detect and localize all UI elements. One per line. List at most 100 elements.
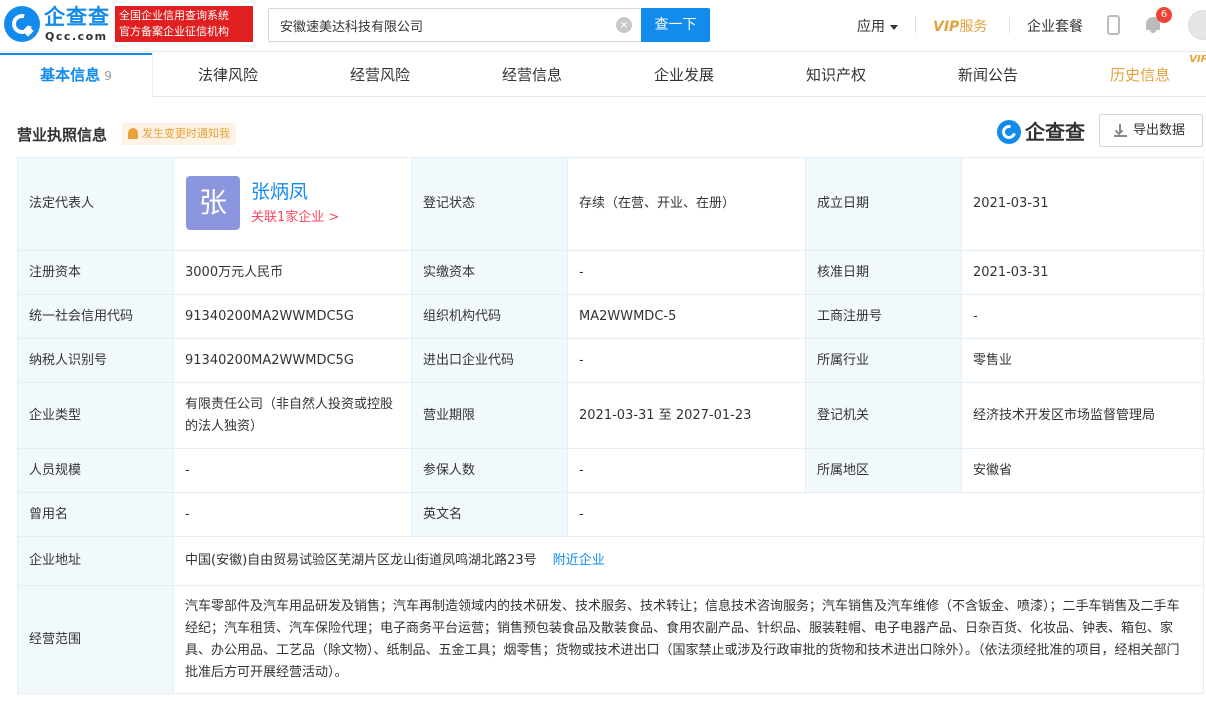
nav-apps-label: 应用 (857, 19, 885, 35)
chevron-down-icon (890, 24, 898, 30)
table-row: 曾用名 - 英文名 - (17, 492, 1204, 537)
tab-operation-info[interactable]: 经营信息 (456, 53, 608, 97)
credit-code-value: 91340200MA2WWMDC5G (173, 294, 412, 339)
nav-vip-service[interactable]: VIP服务 (933, 16, 987, 36)
nav-divider (915, 17, 916, 33)
download-icon (1114, 124, 1127, 137)
tab-intellectual-property[interactable]: 知识产权 (760, 53, 912, 97)
table-row: 法定代表人 张 张炳凤 关联1家企业 > 登记状态 存续（在营、开业、在册） 成… (17, 157, 1204, 251)
nearby-companies-link[interactable]: 附近企业 (553, 553, 605, 568)
reg-authority-value: 经济技术开发区市场监督管理局 (961, 382, 1204, 449)
table-row: 纳税人识别号 91340200MA2WWMDC5G 进出口企业代码 - 所属行业… (17, 338, 1204, 383)
insured-value: - (567, 448, 806, 493)
found-date-value: 2021-03-31 (961, 157, 1204, 251)
company-type-label: 企业类型 (17, 382, 174, 449)
reg-capital-label: 注册资本 (17, 250, 174, 295)
business-license-table: 法定代表人 张 张炳凤 关联1家企业 > 登记状态 存续（在营、开业、在册） 成… (17, 157, 1204, 694)
address-cell: 中国(安徽)自由贸易试验区芜湖片区龙山街道凤鸣湖北路23号 附近企业 (173, 536, 1204, 586)
scope-value: 汽车零部件及汽车用品研发及销售；汽车再制造领域内的技术研发、技术服务、技术转让；… (173, 585, 1204, 694)
taxpayer-value: 91340200MA2WWMDC5G (173, 338, 412, 383)
vip-label: VIP (933, 19, 960, 35)
reg-status-label: 登记状态 (411, 157, 568, 251)
import-export-label: 进出口企业代码 (411, 338, 568, 383)
tab-development[interactable]: 企业发展 (608, 53, 760, 97)
main-tabs: 基本信息 9 法律风险 经营风险 经营信息 企业发展 知识产权 新闻公告 历史信息… (0, 53, 1206, 97)
legal-rep-name[interactable]: 张炳凤 (251, 180, 308, 204)
badge-line-2: 官方备案企业征信机构 (119, 25, 229, 38)
biz-reg-label: 工商注册号 (805, 294, 962, 339)
staff-value: - (173, 448, 412, 493)
export-label: 导出数据 (1133, 123, 1186, 138)
tab-news[interactable]: 新闻公告 (912, 53, 1064, 97)
brand-logo: 企查查 (997, 118, 1091, 146)
tab-legal-risk[interactable]: 法律风险 (152, 53, 304, 97)
reg-capital-value: 3000万元人民币 (173, 250, 412, 295)
tab-operation-risk[interactable]: 经营风险 (304, 53, 456, 97)
scope-label: 经营范围 (17, 585, 174, 694)
term-label: 营业期限 (411, 382, 568, 449)
table-row: 统一社会信用代码 91340200MA2WWMDC5G 组织机构代码 MA2WW… (17, 294, 1204, 339)
org-code-value: MA2WWMDC-5 (567, 294, 806, 339)
legal-rep-avatar[interactable]: 张 (186, 176, 240, 230)
paid-capital-label: 实缴资本 (411, 250, 568, 295)
notify-label: 发生变更时通知我 (142, 127, 230, 140)
vip-service-label: 服务 (959, 19, 988, 35)
top-bar: 企查查 Qcc.com 全国企业信用查询系统 官方备案企业征信机构 × 查一下 … (0, 0, 1206, 52)
approve-date-label: 核准日期 (805, 250, 962, 295)
logo-text: 企查查 (44, 5, 110, 29)
table-row: 企业地址 中国(安徽)自由贸易试验区芜湖片区龙山街道凤鸣湖北路23号 附近企业 (17, 536, 1204, 586)
region-value: 安徽省 (961, 448, 1204, 493)
clear-search-icon[interactable]: × (616, 17, 632, 33)
region-label: 所属地区 (805, 448, 962, 493)
address-value: 中国(安徽)自由贸易试验区芜湖片区龙山街道凤鸣湖北路23号 (185, 553, 537, 568)
section-title: 营业执照信息 (17, 126, 108, 144)
former-name-value: - (173, 492, 412, 537)
paid-capital-value: - (567, 250, 806, 295)
industry-label: 所属行业 (805, 338, 962, 383)
reg-authority-label: 登记机关 (805, 382, 962, 449)
nav-divider (1009, 17, 1010, 33)
address-label: 企业地址 (17, 536, 174, 586)
logo-mark-icon (4, 6, 40, 42)
notification-count-badge: 6 (1156, 7, 1172, 23)
bell-icon (128, 128, 138, 139)
english-name-value: - (567, 492, 1204, 537)
table-row: 人员规模 - 参保人数 - 所属地区 安徽省 (17, 448, 1204, 493)
badge-line-1: 全国企业信用查询系统 (119, 9, 229, 22)
change-notify-button[interactable]: 发生变更时通知我 (122, 123, 236, 145)
company-type-value: 有限责任公司（非自然人投资或控股的法人独资） (173, 382, 412, 449)
logo-domain: Qcc.com (45, 30, 108, 43)
official-badge: 全国企业信用查询系统 官方备案企业征信机构 (115, 6, 253, 42)
mobile-phone-icon[interactable] (1107, 15, 1120, 35)
legal-rep-label: 法定代表人 (17, 157, 174, 251)
import-export-value: - (567, 338, 806, 383)
logo-mark-icon (997, 120, 1021, 144)
found-date-label: 成立日期 (805, 157, 962, 251)
industry-value: 零售业 (961, 338, 1204, 383)
search-input[interactable] (269, 9, 640, 41)
legal-rep-cell: 张 张炳凤 关联1家企业 > (173, 157, 412, 251)
export-data-button[interactable]: 导出数据 (1099, 114, 1203, 147)
brand-text: 企查查 (1025, 120, 1085, 144)
table-row: 企业类型 有限责任公司（非自然人投资或控股的法人独资） 营业期限 2021-03… (17, 382, 1204, 449)
taxpayer-label: 纳税人识别号 (17, 338, 174, 383)
tab-label: 基本信息 (40, 66, 101, 84)
table-row: 经营范围 汽车零部件及汽车用品研发及销售；汽车再制造领域内的技术研发、技术服务、… (17, 585, 1204, 694)
related-companies-link[interactable]: 关联1家企业 > (251, 209, 339, 227)
org-code-label: 组织机构代码 (411, 294, 568, 339)
user-avatar[interactable] (1188, 10, 1206, 40)
tab-history[interactable]: 历史信息 VIP (1064, 53, 1206, 97)
credit-code-label: 统一社会信用代码 (17, 294, 174, 339)
tab-basic-info[interactable]: 基本信息 9 (0, 53, 152, 97)
search-button[interactable]: 查一下 (641, 8, 710, 42)
nav-apps-menu[interactable]: 应用 (857, 16, 898, 36)
english-name-label: 英文名 (411, 492, 568, 537)
site-logo[interactable]: 企查查 Qcc.com (4, 5, 112, 45)
tab-count: 9 (104, 69, 112, 83)
approve-date-value: 2021-03-31 (961, 250, 1204, 295)
table-row: 注册资本 3000万元人民币 实缴资本 - 核准日期 2021-03-31 (17, 250, 1204, 295)
staff-label: 人员规模 (17, 448, 174, 493)
reg-status-value: 存续（在营、开业、在册） (567, 157, 806, 251)
insured-label: 参保人数 (411, 448, 568, 493)
nav-enterprise-plan[interactable]: 企业套餐 (1027, 16, 1083, 36)
